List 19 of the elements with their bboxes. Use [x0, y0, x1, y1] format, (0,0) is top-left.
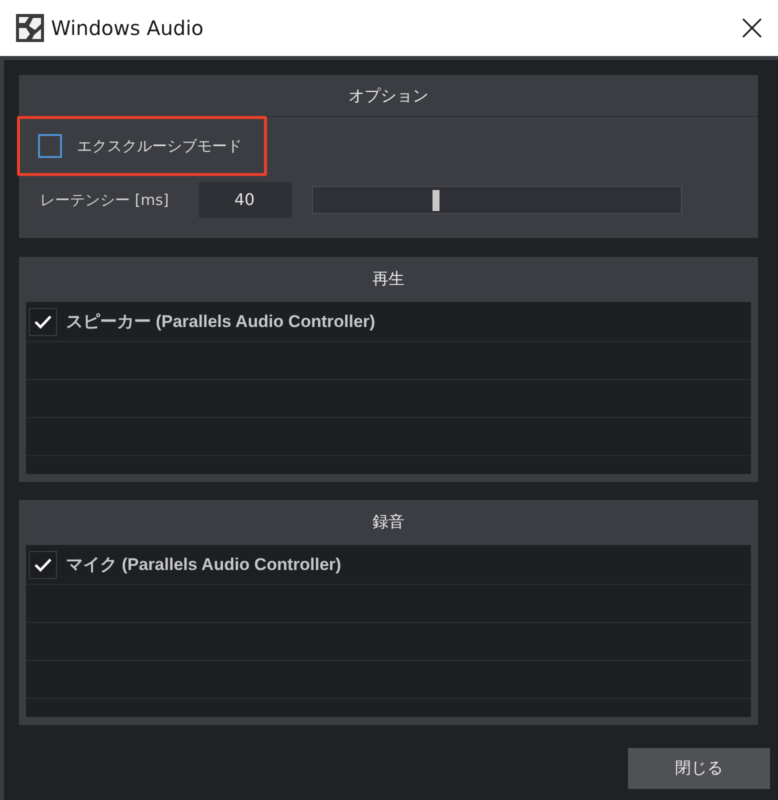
checkbox[interactable] — [29, 308, 57, 336]
checkmark-icon — [34, 558, 52, 572]
checkmark-icon — [34, 314, 52, 328]
latency-label: レーテンシー [ms] — [40, 190, 170, 210]
close-button[interactable]: 閉じる — [628, 748, 770, 789]
checkbox-label: エクスクルーシブモード — [77, 136, 242, 156]
checkbox[interactable] — [38, 134, 62, 158]
latency-field[interactable]: 40 — [199, 182, 292, 218]
device-name[interactable]: スピーカー (Parallels Audio Controller) — [66, 310, 376, 333]
close-icon[interactable] — [742, 18, 762, 38]
panel-header: オプション — [19, 75, 758, 117]
checkbox[interactable] — [29, 550, 57, 578]
panel-header: 再生 — [372, 268, 406, 290]
latency-slider[interactable] — [312, 186, 682, 214]
slider-thumb[interactable] — [432, 190, 440, 211]
panel-header: 録音 — [372, 511, 406, 533]
app-logo-icon — [16, 14, 44, 42]
device-name[interactable]: マイク (Parallels Audio Controller) — [66, 553, 342, 576]
window-title: Windows Audio — [51, 16, 204, 40]
